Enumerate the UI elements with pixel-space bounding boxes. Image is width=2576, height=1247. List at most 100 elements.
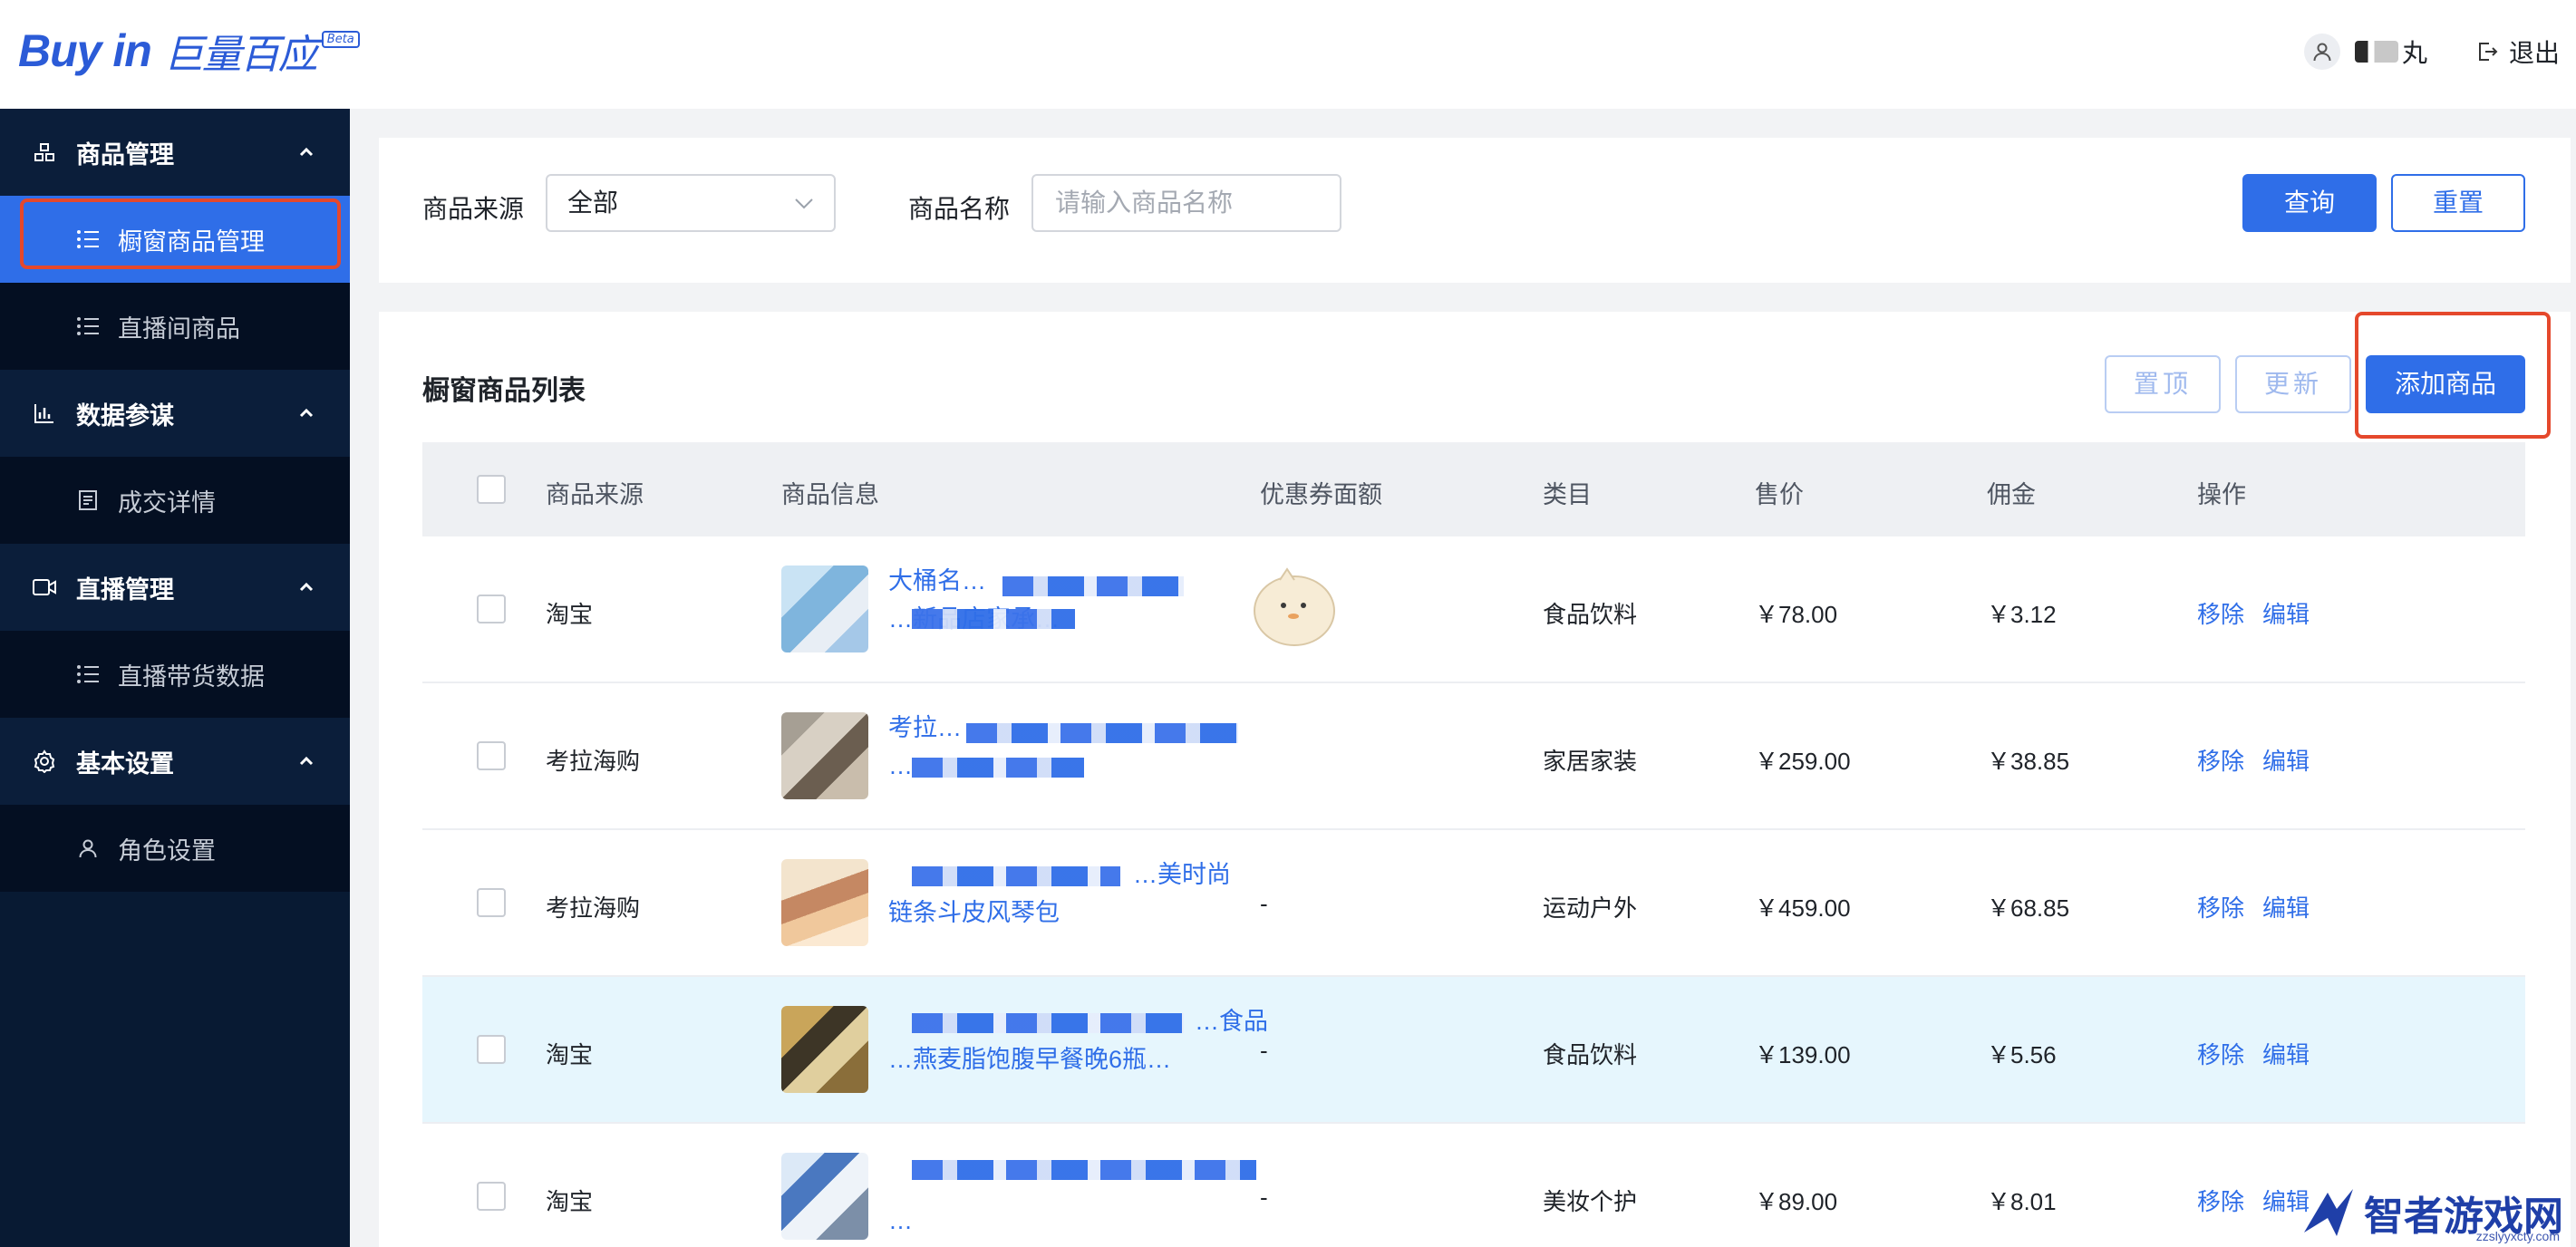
blurred-text [912,866,1120,886]
col-product-info: 商品信息 [781,481,879,508]
pin-button[interactable]: 置顶 [2105,355,2221,413]
sidebar-group-label: 数据参谋 [76,401,174,430]
row-category: 美妆个护 [1543,1188,1638,1215]
logout-button[interactable]: 退出 [2476,34,2560,70]
sidebar-group-product[interactable]: 商品管理 [0,109,350,196]
top-header: Buy in 巨量百应 Beta 丸 退出 [0,0,2576,109]
product-title-line2[interactable]: … [888,1202,1269,1240]
blurred-text [912,758,1084,778]
table-row[interactable]: 淘宝 …食品 …燕麦脂饱腹早餐晚6瓶… - 食品饮料 ￥139.00 ￥5.56… [422,977,2525,1124]
product-thumbnail[interactable] [781,712,868,799]
edit-link[interactable]: 编辑 [2262,890,2310,923]
user-icon[interactable] [2303,34,2340,70]
list-icon [74,313,102,340]
edit-link[interactable]: 编辑 [2262,1037,2310,1070]
row-category: 家居家装 [1543,748,1638,775]
row-checkbox[interactable] [477,741,506,770]
table-row[interactable]: 考拉海购 考拉… … 家居家装 ￥259.00 ￥38.85 移除 编辑 [422,683,2525,830]
row-checkbox[interactable] [477,1182,506,1211]
col-price: 售价 [1755,481,1804,508]
product-title-line2[interactable]: …燕麦脂饱腹早餐晚6瓶… [888,1040,1269,1078]
user-icon [74,835,102,862]
table-row[interactable]: 淘宝 … - 美妆个护 ￥89.00 ￥8.01 移除 编辑 [422,1124,2525,1247]
sidebar-group-settings[interactable]: 基本设置 [0,718,350,805]
product-title-line1[interactable]: …美时尚 [1133,856,1278,894]
col-category: 类目 [1543,481,1592,508]
source-select[interactable]: 全部 [546,174,836,232]
document-icon [74,487,102,514]
gear-icon [31,748,58,775]
row-price: ￥78.00 [1755,601,1838,628]
product-icon [31,139,58,166]
site-watermark: 智者游戏网 zzslyyxcty.com [2300,1184,2563,1243]
remove-link[interactable]: 移除 [2197,743,2244,777]
row-source: 考拉海购 [546,748,641,775]
sidebar-item-label: 角色设置 [118,836,216,865]
row-source: 淘宝 [546,1041,594,1068]
row-source: 考拉海购 [546,894,641,922]
logout-label: 退出 [2508,39,2560,67]
buyin-logo[interactable]: Buy in 巨量百应 Beta [18,24,360,78]
row-checkbox[interactable] [477,594,506,624]
name-label: 商品名称 [908,195,1011,223]
sidebar-group-label: 基本设置 [76,749,174,778]
chart-icon [31,400,58,427]
logout-icon [2478,43,2498,61]
sidebar-group-label: 商品管理 [76,140,174,169]
row-source: 淘宝 [546,1188,594,1215]
remove-link[interactable]: 移除 [2197,596,2244,630]
user-name[interactable]: 丸 [2402,34,2427,70]
filter-panel: 商品来源 全部 商品名称 查询 重置 [379,138,2571,283]
watermark-sub: zzslyyxcty.com [2475,1229,2560,1243]
row-category: 运动户外 [1543,894,1638,922]
product-thumbnail[interactable] [781,566,868,652]
source-label: 商品来源 [422,195,525,223]
source-select-value: 全部 [567,188,619,217]
beta-badge: Beta [321,31,360,48]
reset-button[interactable]: 重置 [2391,174,2525,232]
row-coupon: - [1260,890,1268,917]
sidebar-item-live-sales-data[interactable]: 直播带货数据 [0,631,350,718]
query-button[interactable]: 查询 [2242,174,2377,232]
chevron-up-icon [299,408,314,418]
remove-link[interactable]: 移除 [2197,890,2244,923]
add-product-button[interactable]: 添加商品 [2366,355,2525,413]
product-title-line2[interactable]: 链条斗皮风琴包 [888,894,1269,932]
table-row[interactable]: 考拉海购 …美时尚 链条斗皮风琴包 - 运动户外 ￥459.00 ￥68.85 … [422,830,2525,977]
row-category: 食品饮料 [1543,601,1638,628]
row-commission: ￥68.85 [1987,894,2070,922]
user-name-blurred [2354,41,2398,63]
sidebar-item-live-products[interactable]: 直播间商品 [0,283,350,370]
row-checkbox[interactable] [477,1035,506,1064]
row-price: ￥89.00 [1755,1188,1838,1215]
sidebar-group-label: 直播管理 [76,575,174,604]
remove-link[interactable]: 移除 [2197,1184,2244,1217]
col-source: 商品来源 [546,481,644,508]
product-title-line1[interactable]: …食品 [1195,1002,1276,1040]
table-row[interactable]: 淘宝 大桶名… …新品店家承… 食品饮料 ￥78.00 ￥3.12 移除 编辑 [422,536,2525,683]
sidebar-item-window-products[interactable]: 橱窗商品管理 [0,196,350,283]
blurred-text [912,1013,1184,1033]
product-thumbnail[interactable] [781,1006,868,1093]
name-input[interactable] [1031,174,1341,232]
table-header: 商品来源 商品信息 优惠券面额 类目 售价 佣金 操作 [422,442,2525,536]
row-price: ￥459.00 [1755,894,1851,922]
sidebar-item-role-settings[interactable]: 角色设置 [0,805,350,892]
product-thumbnail[interactable] [781,859,868,946]
remove-link[interactable]: 移除 [2197,1037,2244,1070]
chevron-down-icon [795,198,813,209]
sidebar: 商品管理 橱窗商品管理 直播间商品 数据参谋 成交详情 直播管理 直播带货数据 … [0,109,350,1247]
sidebar-group-live[interactable]: 直播管理 [0,544,350,631]
update-button[interactable]: 更新 [2235,355,2351,413]
row-price: ￥139.00 [1755,1041,1851,1068]
sidebar-group-data[interactable]: 数据参谋 [0,370,350,457]
sidebar-item-deal-details[interactable]: 成交详情 [0,457,350,544]
row-checkbox[interactable] [477,888,506,917]
select-all-checkbox[interactable] [477,475,506,504]
row-coupon: - [1260,1184,1268,1211]
edit-link[interactable]: 编辑 [2262,596,2310,630]
product-thumbnail[interactable] [781,1153,868,1240]
row-coupon: - [1260,1037,1268,1064]
col-actions: 操作 [2197,481,2246,508]
edit-link[interactable]: 编辑 [2262,743,2310,777]
